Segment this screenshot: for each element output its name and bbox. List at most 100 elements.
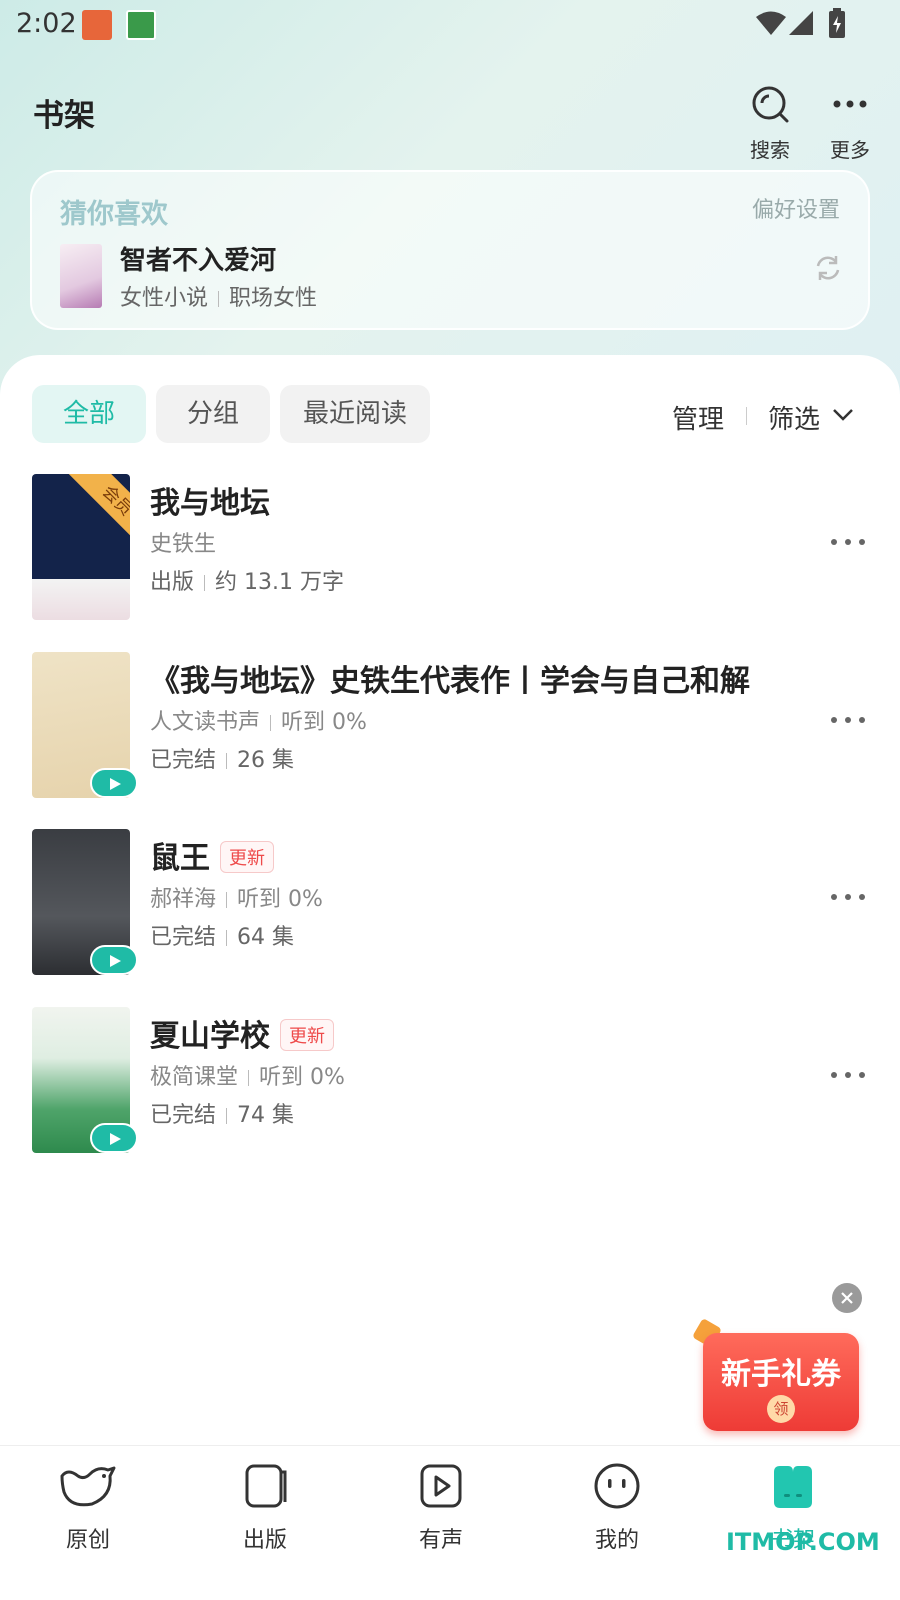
listen-progress: 听到 0% — [259, 1065, 345, 1090]
listen-progress: 听到 0% — [281, 710, 367, 735]
bookshelf-icon — [774, 1466, 812, 1508]
book-icon — [245, 1464, 287, 1508]
divider — [248, 1070, 250, 1086]
book-title-wrap[interactable]: 鼠王 更新 — [150, 833, 274, 877]
nav-audio[interactable]: 有声 — [381, 1462, 501, 1554]
play-badge[interactable] — [90, 1123, 138, 1153]
book-title-wrap[interactable]: 夏山学校 更新 — [150, 1011, 334, 1055]
newbie-coupon-button[interactable]: 新手礼券 领 — [703, 1333, 859, 1431]
episode-count: 64 集 — [237, 925, 295, 950]
tab-all[interactable]: 全部 — [32, 385, 146, 443]
book-item[interactable]: 会员 我与地坛 史铁生 出版约 13.1 万字 — [32, 474, 868, 624]
book-more-button[interactable] — [828, 710, 868, 730]
filter-button[interactable]: 筛选 — [768, 399, 820, 436]
recommend-title: 猜你喜欢 — [60, 199, 168, 230]
divider — [746, 407, 747, 425]
play-icon — [110, 1133, 121, 1145]
book-item[interactable]: 《我与地坛》史铁生代表作丨学会与自己和解 人文读书声 听到 0% 已完结 26 集 — [32, 652, 868, 802]
divider — [270, 715, 272, 731]
nav-original-label: 原创 — [65, 1528, 110, 1553]
listen-progress: 听到 0% — [237, 887, 323, 912]
book-meta: 已完结 74 集 — [150, 1097, 294, 1129]
close-icon — [841, 1292, 853, 1304]
book-meta: 人文读书声 听到 0% — [150, 704, 367, 736]
search-button[interactable]: 搜索 — [735, 84, 805, 163]
book-author: 人文读书声 — [150, 710, 261, 735]
book-more-button[interactable] — [828, 887, 868, 907]
book-item[interactable]: 夏山学校 更新 极简课堂 听到 0% 已完结 74 集 — [32, 1007, 868, 1157]
book-more-button[interactable] — [828, 532, 868, 552]
nav-audio-label: 有声 — [418, 1528, 463, 1553]
recommend-book-title[interactable]: 智者不入爱河 — [120, 240, 276, 277]
book-meta: 郝祥海 听到 0% — [150, 881, 323, 913]
book-status: 已完结 — [150, 1103, 217, 1128]
book-meta: 已完结 26 集 — [150, 742, 294, 774]
chevron-down-icon[interactable] — [832, 407, 854, 426]
tab-recent[interactable]: 最近阅读 — [280, 385, 430, 443]
divider — [226, 753, 228, 769]
notification-app-icon — [126, 10, 156, 40]
book-cover[interactable]: 会员 — [32, 474, 130, 620]
recommend-tag: 女性小说 — [120, 286, 209, 311]
book-author: 极简课堂 — [150, 1065, 239, 1090]
book-author: 史铁生 — [150, 532, 217, 557]
more-icon — [831, 894, 865, 900]
watermark: ITMOP.COM — [726, 1528, 880, 1556]
more-icon — [833, 100, 867, 108]
nav-mine-label: 我的 — [594, 1528, 639, 1553]
book-title[interactable]: 鼠王 — [150, 841, 210, 876]
battery-icon — [828, 8, 846, 42]
manage-button[interactable]: 管理 — [672, 399, 724, 436]
notification-app-icon — [82, 10, 112, 40]
close-coupon-button[interactable] — [832, 1283, 862, 1313]
preference-settings-link[interactable]: 偏好设置 — [752, 192, 840, 224]
divider — [226, 892, 228, 908]
book-title[interactable]: 我与地坛 — [150, 478, 270, 522]
bookshelf-panel: 全部 分组 最近阅读 管理 筛选 会员 我与地坛 史铁生 出版约 13.1 万字… — [0, 355, 900, 1475]
update-badge: 更新 — [280, 1018, 334, 1051]
book-meta: 极简课堂 听到 0% — [150, 1059, 345, 1091]
search-icon — [752, 86, 789, 123]
member-badge: 会员 — [67, 474, 130, 551]
update-badge: 更新 — [220, 840, 274, 873]
play-icon — [110, 778, 121, 790]
refresh-icon[interactable] — [814, 254, 842, 286]
book-status: 已完结 — [150, 925, 217, 950]
divider — [218, 291, 220, 307]
book-status: 已完结 — [150, 748, 217, 773]
recommend-book-cover[interactable] — [60, 244, 102, 308]
bird-icon — [60, 1466, 116, 1507]
more-icon — [831, 539, 865, 545]
book-author: 郝祥海 — [150, 887, 217, 912]
book-title[interactable]: 夏山学校 — [150, 1019, 270, 1054]
recommend-book-tags: 女性小说 职场女性 — [120, 280, 317, 312]
coupon-claim-label: 领 — [767, 1395, 795, 1423]
play-badge[interactable] — [90, 768, 138, 798]
nav-publish-label: 出版 — [242, 1528, 287, 1553]
book-more-button[interactable] — [828, 1065, 868, 1085]
face-icon — [594, 1463, 640, 1509]
book-item[interactable]: 鼠王 更新 郝祥海 听到 0% 已完结 64 集 — [32, 829, 868, 979]
book-type: 出版 — [150, 570, 195, 595]
nav-original[interactable]: 原创 — [28, 1462, 148, 1554]
book-title[interactable]: 《我与地坛》史铁生代表作丨学会与自己和解 — [150, 656, 750, 700]
divider — [204, 575, 206, 591]
episode-count: 26 集 — [237, 748, 295, 773]
recommend-card[interactable]: 猜你喜欢 偏好设置 智者不入爱河 女性小说 职场女性 — [30, 170, 870, 330]
more-button[interactable]: 更多 — [815, 84, 885, 163]
search-label: 搜索 — [750, 138, 790, 162]
bottom-nav: 原创 出版 有声 我的 书架 — [0, 1445, 900, 1600]
play-badge[interactable] — [90, 945, 138, 975]
nav-mine[interactable]: 我的 — [557, 1462, 677, 1554]
nav-publish[interactable]: 出版 — [205, 1462, 325, 1554]
more-icon — [831, 1072, 865, 1078]
status-time: 2:02 — [16, 8, 77, 39]
page-title: 书架 — [33, 98, 95, 134]
play-square-icon — [420, 1464, 462, 1508]
coupon-text: 新手礼券 — [721, 1357, 841, 1392]
tab-group[interactable]: 分组 — [156, 385, 270, 443]
book-meta: 出版约 13.1 万字 — [150, 564, 344, 596]
divider — [226, 1108, 228, 1124]
wifi-icon — [755, 10, 787, 40]
more-icon — [831, 717, 865, 723]
